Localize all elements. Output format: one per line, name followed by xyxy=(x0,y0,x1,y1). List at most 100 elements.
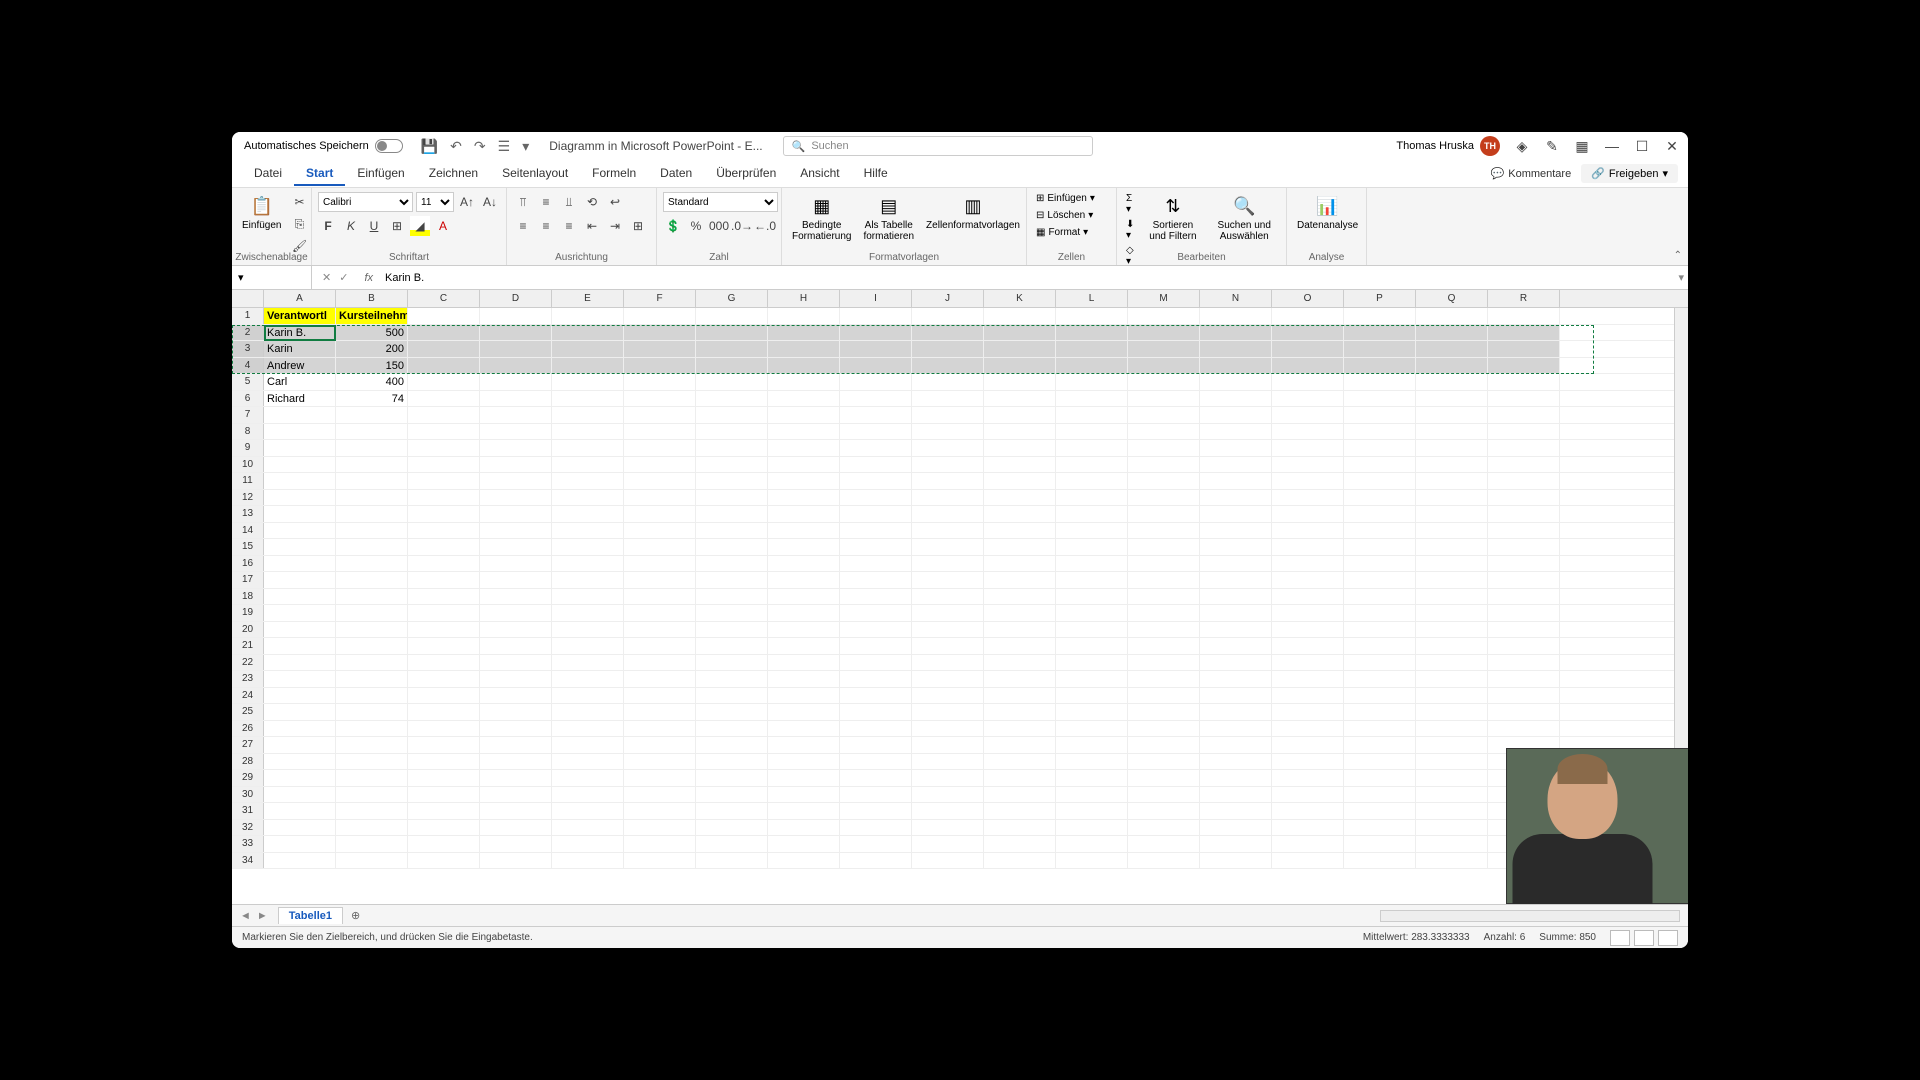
cell-J18[interactable] xyxy=(912,589,984,605)
cell-F30[interactable] xyxy=(624,787,696,803)
cell-Q13[interactable] xyxy=(1416,506,1488,522)
cell-P31[interactable] xyxy=(1344,803,1416,819)
cell-I16[interactable] xyxy=(840,556,912,572)
cell-P34[interactable] xyxy=(1344,853,1416,869)
cell-D17[interactable] xyxy=(480,572,552,588)
cell-N31[interactable] xyxy=(1200,803,1272,819)
cell-H19[interactable] xyxy=(768,605,840,621)
cell-C7[interactable] xyxy=(408,407,480,423)
cell-Q26[interactable] xyxy=(1416,721,1488,737)
cell-C24[interactable] xyxy=(408,688,480,704)
sheet-nav-next-icon[interactable]: ► xyxy=(257,910,268,922)
cell-R8[interactable] xyxy=(1488,424,1560,440)
cell-Q10[interactable] xyxy=(1416,457,1488,473)
column-header-H[interactable]: H xyxy=(768,290,840,307)
cell-D18[interactable] xyxy=(480,589,552,605)
align-bottom-icon[interactable]: ⫫ xyxy=(559,192,579,212)
cell-J28[interactable] xyxy=(912,754,984,770)
cell-N22[interactable] xyxy=(1200,655,1272,671)
cell-E15[interactable] xyxy=(552,539,624,555)
cell-C15[interactable] xyxy=(408,539,480,555)
cell-C5[interactable] xyxy=(408,374,480,390)
cell-M10[interactable] xyxy=(1128,457,1200,473)
row-header-32[interactable]: 32 xyxy=(232,820,264,836)
cell-A14[interactable] xyxy=(264,523,336,539)
column-header-C[interactable]: C xyxy=(408,290,480,307)
cell-N20[interactable] xyxy=(1200,622,1272,638)
font-color-icon[interactable]: A xyxy=(433,216,453,236)
tab-hilfe[interactable]: Hilfe xyxy=(852,162,900,186)
cell-L13[interactable] xyxy=(1056,506,1128,522)
cell-R3[interactable] xyxy=(1488,341,1560,357)
cell-L14[interactable] xyxy=(1056,523,1128,539)
cell-G33[interactable] xyxy=(696,836,768,852)
row-header-28[interactable]: 28 xyxy=(232,754,264,770)
row-header-2[interactable]: 2 xyxy=(232,325,264,341)
normal-view-button[interactable] xyxy=(1610,930,1630,946)
align-top-icon[interactable]: ⫪ xyxy=(513,192,533,212)
cell-O6[interactable] xyxy=(1272,391,1344,407)
cell-L6[interactable] xyxy=(1056,391,1128,407)
cell-E3[interactable] xyxy=(552,341,624,357)
cell-K14[interactable] xyxy=(984,523,1056,539)
row-header-11[interactable]: 11 xyxy=(232,473,264,489)
cell-styles-button[interactable]: ▥Zellenformatvorlagen xyxy=(922,192,1024,233)
cell-I30[interactable] xyxy=(840,787,912,803)
cell-R9[interactable] xyxy=(1488,440,1560,456)
cell-I17[interactable] xyxy=(840,572,912,588)
cell-B15[interactable] xyxy=(336,539,408,555)
row-header-22[interactable]: 22 xyxy=(232,655,264,671)
cell-C14[interactable] xyxy=(408,523,480,539)
cell-E8[interactable] xyxy=(552,424,624,440)
cell-E12[interactable] xyxy=(552,490,624,506)
cell-P11[interactable] xyxy=(1344,473,1416,489)
align-right-icon[interactable]: ≡ xyxy=(559,216,579,236)
cell-A33[interactable] xyxy=(264,836,336,852)
cell-A10[interactable] xyxy=(264,457,336,473)
cell-M32[interactable] xyxy=(1128,820,1200,836)
row-header-18[interactable]: 18 xyxy=(232,589,264,605)
cell-B7[interactable] xyxy=(336,407,408,423)
sheet-tab-active[interactable]: Tabelle1 xyxy=(278,907,343,924)
cell-F13[interactable] xyxy=(624,506,696,522)
cell-F27[interactable] xyxy=(624,737,696,753)
cell-I1[interactable] xyxy=(840,308,912,324)
cell-O5[interactable] xyxy=(1272,374,1344,390)
cell-N23[interactable] xyxy=(1200,671,1272,687)
cell-F11[interactable] xyxy=(624,473,696,489)
cell-M15[interactable] xyxy=(1128,539,1200,555)
cell-L19[interactable] xyxy=(1056,605,1128,621)
align-center-icon[interactable]: ≡ xyxy=(536,216,556,236)
cell-C23[interactable] xyxy=(408,671,480,687)
cell-G5[interactable] xyxy=(696,374,768,390)
cell-A18[interactable] xyxy=(264,589,336,605)
cell-P10[interactable] xyxy=(1344,457,1416,473)
copy-icon[interactable]: ⎘ xyxy=(289,214,309,234)
cell-M28[interactable] xyxy=(1128,754,1200,770)
increase-decimal-icon[interactable]: .0→ xyxy=(732,216,752,236)
cell-O24[interactable] xyxy=(1272,688,1344,704)
cell-A11[interactable] xyxy=(264,473,336,489)
cell-L24[interactable] xyxy=(1056,688,1128,704)
cell-O28[interactable] xyxy=(1272,754,1344,770)
cell-B18[interactable] xyxy=(336,589,408,605)
cell-O29[interactable] xyxy=(1272,770,1344,786)
cell-Q23[interactable] xyxy=(1416,671,1488,687)
cell-M16[interactable] xyxy=(1128,556,1200,572)
cell-P25[interactable] xyxy=(1344,704,1416,720)
cell-B5[interactable]: 400 xyxy=(336,374,408,390)
save-icon[interactable]: 💾 xyxy=(421,138,438,155)
select-all-corner[interactable] xyxy=(232,290,264,307)
cell-M29[interactable] xyxy=(1128,770,1200,786)
column-header-D[interactable]: D xyxy=(480,290,552,307)
cell-D11[interactable] xyxy=(480,473,552,489)
cell-H8[interactable] xyxy=(768,424,840,440)
cell-M33[interactable] xyxy=(1128,836,1200,852)
cell-K32[interactable] xyxy=(984,820,1056,836)
cell-P1[interactable] xyxy=(1344,308,1416,324)
cell-G28[interactable] xyxy=(696,754,768,770)
minimize-button[interactable]: — xyxy=(1604,138,1620,154)
column-header-B[interactable]: B xyxy=(336,290,408,307)
cell-B24[interactable] xyxy=(336,688,408,704)
cell-L23[interactable] xyxy=(1056,671,1128,687)
